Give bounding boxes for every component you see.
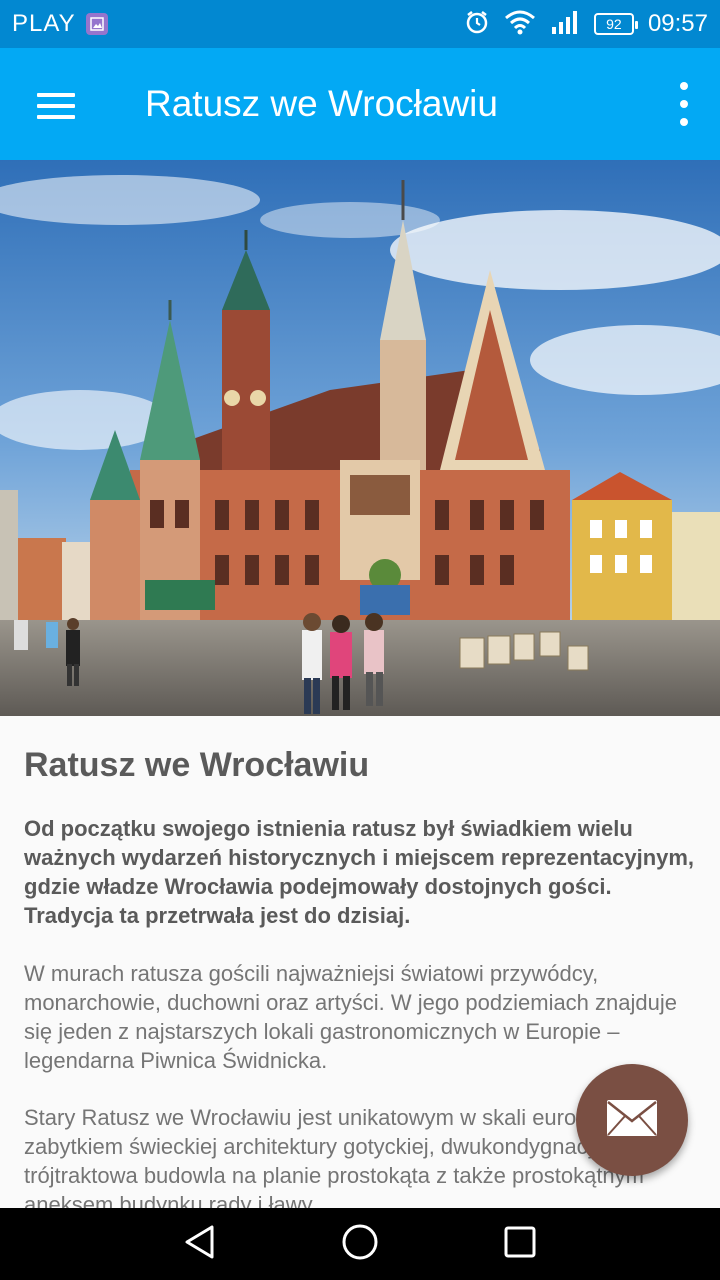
home-button[interactable] (336, 1220, 384, 1268)
mail-icon (606, 1099, 658, 1142)
dot (680, 100, 688, 108)
alarm-icon (464, 9, 490, 40)
clock: 09:57 (647, 10, 708, 37)
hamburger-icon (37, 93, 75, 97)
back-icon (182, 1224, 218, 1265)
app-title: Ratusz we Wrocławiu (145, 83, 498, 124)
menu-button[interactable] (26, 78, 86, 134)
article-paragraph: W murach ratusza gościli najważniejsi św… (24, 961, 677, 1073)
battery-icon: 92 (593, 13, 638, 35)
hero-image (0, 160, 720, 716)
overflow-menu-button[interactable] (672, 82, 696, 126)
dot (680, 118, 688, 126)
system-nav-bar (0, 1208, 720, 1280)
carrier-name: PLAY (12, 10, 76, 37)
wifi-icon (504, 9, 536, 40)
recents-button[interactable] (496, 1220, 544, 1268)
more-vert-icon (680, 82, 688, 90)
hamburger-line (37, 115, 75, 119)
article-heading: Ratusz we Wrocławiu (24, 746, 370, 784)
app-bar: Ratusz we Wrocławiu (0, 48, 720, 160)
hamburger-line (37, 104, 75, 108)
article-lead: Od początku swojego istnienia ratusz był… (24, 816, 695, 928)
email-fab[interactable] (576, 1064, 688, 1176)
home-icon (341, 1223, 379, 1266)
gallery-notification-icon (86, 13, 108, 35)
recents-icon (503, 1225, 537, 1264)
back-button[interactable] (176, 1220, 224, 1268)
signal-icon (550, 9, 580, 40)
status-bar: PLAY 92 09:57 (0, 0, 720, 48)
